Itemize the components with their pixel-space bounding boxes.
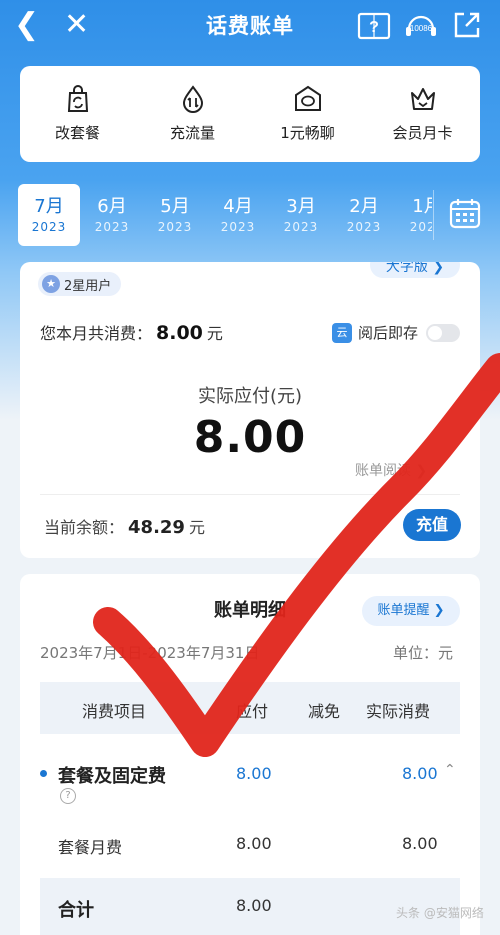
total-amount: 8.00 <box>156 322 203 344</box>
month-label: 6月 <box>97 196 127 217</box>
bill-summary-card: 大字版 ❯ ★ 2星用户 您本月共消费： 8.00 元 云 阅后即存 实际应付(元)… <box>20 262 480 558</box>
watermark: 头条 @安猫网络 <box>396 906 484 920</box>
total-unit: 元 <box>206 324 223 343</box>
cs-number: 10086 <box>410 24 433 33</box>
large-font-version-button[interactable]: 大字版 ❯ <box>370 262 460 278</box>
tab-month-jul[interactable]: 7月 2023 <box>18 184 80 246</box>
shortcut-label: 改套餐 <box>54 124 100 142</box>
balance-prefix: 当前余额： <box>44 518 125 537</box>
year-label: 2023 <box>94 220 130 234</box>
help-book-icon[interactable]: ? <box>357 12 391 40</box>
reminder-label: 账单提醒 <box>377 603 430 618</box>
share-icon[interactable] <box>452 10 482 40</box>
total-name: 合计 <box>58 900 94 921</box>
monthly-total: 您本月共消费： 8.00 元 <box>40 320 223 344</box>
shortcut-member-card[interactable]: 会员月卡 <box>365 66 480 162</box>
shortcut-label: 会员月卡 <box>392 124 453 142</box>
shortcut-label: 充流量 <box>169 124 215 142</box>
month-tabs: 7月 2023 6月 2023 5月 2023 4月 2023 3月 2023 … <box>18 184 432 246</box>
year-label: 2023 <box>31 220 67 234</box>
bullet-dot <box>40 770 47 777</box>
year-label: 2023 <box>409 220 432 234</box>
month-label: 3月 <box>286 196 316 217</box>
table-row: 套餐月费 8.00 8.00 <box>40 834 460 864</box>
month-label: 5月 <box>160 196 190 217</box>
bill-reminder-button[interactable]: 账单提醒 ❯ <box>362 596 460 626</box>
actual-pay-label: 实际应付(元) <box>197 386 303 407</box>
table-header: 消费项目 应付 减免 实际消费 <box>40 682 460 734</box>
total-prefix: 您本月共消费： <box>40 324 153 343</box>
balance-amount: 48.29 <box>128 517 185 538</box>
cloud-icon: 云 <box>332 322 352 343</box>
data-drop-icon <box>182 85 203 113</box>
month-label: 4月 <box>223 196 253 217</box>
svg-text:?: ? <box>369 19 379 36</box>
year-label: 2023 <box>157 220 193 234</box>
shortcut-card: 改套餐 充流量 1元畅聊 会员月卡 <box>20 66 480 162</box>
category-actual: 8.00 <box>402 764 438 783</box>
help-circle-icon[interactable]: ? <box>60 788 76 804</box>
user-level-label: 2星用户 <box>64 278 112 294</box>
tab-month-mar[interactable]: 3月 2023 <box>270 184 332 246</box>
crown-icon <box>410 88 435 110</box>
tab-month-jun[interactable]: 6月 2023 <box>81 184 143 246</box>
table-row[interactable]: 套餐及固定费 ? 8.00 8.00 ⌃ <box>40 762 460 812</box>
tab-month-may[interactable]: 5月 2023 <box>144 184 206 246</box>
month-label: 1月 <box>412 196 432 217</box>
version-label: 大字版 <box>385 262 428 275</box>
chevron-up-icon[interactable]: ⌃ <box>444 762 456 778</box>
column-header: 实际消费 <box>366 702 431 721</box>
total-due: 8.00 <box>236 896 272 915</box>
bill-detail-card: 账单明细 账单提醒 ❯ 2023年7月1日-2023年7月31日 单位：元 消费… <box>20 574 480 935</box>
shortcut-chat[interactable]: 1元畅聊 <box>250 66 365 162</box>
chat-bubble-icon <box>294 85 321 111</box>
bill-read-link[interactable]: 账单阅读 ❯ <box>355 460 427 480</box>
tab-month-jan[interactable]: 1月 2023 <box>396 184 432 246</box>
shortcut-topup-data[interactable]: 充流量 <box>135 66 250 162</box>
customer-service-icon[interactable]: 10086 <box>404 9 438 43</box>
shortcut-change-plan[interactable]: 改套餐 <box>20 66 135 162</box>
column-header: 减免 <box>308 702 341 721</box>
star-icon: ★ <box>42 275 60 293</box>
actual-pay-amount: 8.00 <box>193 412 307 463</box>
category-due: 8.00 <box>236 764 272 783</box>
year-label: 2023 <box>220 220 256 234</box>
shortcut-label: 1元畅聊 <box>280 124 335 142</box>
column-header: 消费项目 <box>82 702 147 721</box>
column-header: 应付 <box>236 702 269 721</box>
read-save-toggle-row: 云 阅后即存 <box>332 322 461 343</box>
tab-month-apr[interactable]: 4月 2023 <box>207 184 269 246</box>
calendar-icon[interactable] <box>448 196 482 230</box>
tab-month-feb[interactable]: 2月 2023 <box>333 184 395 246</box>
month-label: 7月 <box>34 196 64 217</box>
item-name: 套餐月费 <box>58 838 123 857</box>
read-save-toggle[interactable] <box>426 323 461 342</box>
category-name: 套餐及固定费 <box>58 766 166 787</box>
user-level-badge: ★ 2星用户 <box>38 272 122 296</box>
item-actual: 8.00 <box>402 834 438 853</box>
unit-label: 单位：元 <box>393 644 454 662</box>
item-due: 8.00 <box>236 834 272 853</box>
bill-read-label: 账单阅读 <box>355 463 411 479</box>
year-label: 2023 <box>283 220 319 234</box>
top-bar: ❮ ✕ 话费账单 ? 10086 <box>0 0 500 52</box>
balance-unit: 元 <box>188 518 205 537</box>
year-label: 2023 <box>346 220 382 234</box>
topup-button[interactable]: 充值 <box>403 509 461 541</box>
month-label: 2月 <box>349 196 379 217</box>
current-balance: 当前余额： 48.29 元 <box>44 514 205 538</box>
date-range: 2023年7月1日-2023年7月31日 <box>40 644 260 662</box>
read-save-label: 阅后即存 <box>358 324 419 342</box>
package-refresh-icon <box>67 85 88 112</box>
divider <box>40 494 460 495</box>
divider <box>433 190 434 240</box>
